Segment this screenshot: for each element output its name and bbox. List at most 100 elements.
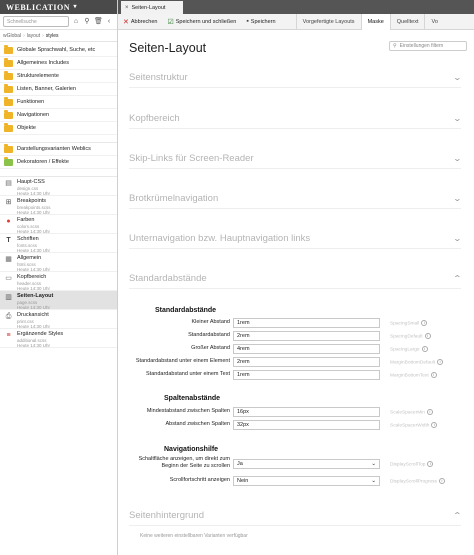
file-item-druckansicht[interactable]: ⎙ Druckansicht print.css Heute 14:30 Uhr (0, 310, 117, 329)
tab-vorgefertigte-layouts[interactable]: Vorgefertigte Layouts (295, 13, 361, 30)
css-file-icon: ▤ (5, 180, 12, 187)
save-button[interactable]: ▪ Speichern (246, 18, 275, 25)
folder-label: Darstellungsvarianten Weblics (17, 146, 91, 152)
chevron-down-icon: ⌄ (452, 154, 463, 163)
breadcrumb-item[interactable]: layout (27, 33, 40, 39)
file-item-seiten-layout[interactable]: ▥ Seiten-Layout page.scss Heute 14:30 Uhr (0, 291, 117, 310)
save-and-close-button[interactable]: ☑ Speichern und schließen (167, 18, 236, 26)
info-icon[interactable]: i (438, 478, 445, 484)
section-seitenstruktur[interactable]: Seitenstruktur ⌄ (129, 68, 462, 88)
info-icon[interactable]: i (426, 409, 433, 415)
variable-name: ScaleSpacerMin (390, 410, 425, 416)
field-row: Scrollfortschritt anzeigen Nein ⌄ Display… (118, 476, 474, 486)
breadcrumb-item[interactable]: wGlobal (3, 33, 21, 39)
info-icon[interactable]: i (421, 320, 428, 326)
tab-maske[interactable]: Maske (360, 13, 390, 30)
folder-icon (4, 156, 13, 166)
file-item-allgemein[interactable]: ▦ Allgemein html.scss Heute 14:30 Uhr (0, 253, 117, 272)
close-tab-icon[interactable]: × (125, 5, 129, 11)
breadcrumb-item[interactable]: styles (46, 33, 59, 39)
info-icon[interactable]: i (421, 346, 428, 352)
section-unternavigation[interactable]: Unternavigation bzw. Hauptnavigation lin… (129, 229, 462, 249)
spacing-default-input[interactable]: 2rem (233, 331, 380, 341)
scroll-progress-select[interactable]: Nein ⌄ (233, 476, 380, 486)
file-item-ergaenzende-styles[interactable]: ≡ Ergänzende Styles additional.scss Heute … (0, 329, 117, 348)
file-name: Ergänzende Styles (17, 331, 64, 337)
variable-name: SpacingDefault (390, 334, 423, 340)
folder-icon (4, 44, 13, 54)
tree-icon[interactable]: ⚲ (83, 17, 91, 26)
section-seitenhintergrund[interactable]: Seitenhintergrund ⌃ (129, 506, 462, 526)
file-item-kopfbereich[interactable]: ▭ Kopfbereich header.scss Heute 14:30 Uhr (0, 272, 117, 291)
collapse-left-icon[interactable]: ‹ (105, 17, 113, 26)
column-spacer-min-input[interactable]: 16px (233, 407, 380, 417)
spacing-large-input[interactable]: 4rem (233, 344, 380, 354)
folder-item[interactable]: Strukturelemente (0, 70, 117, 83)
document-tab-bar: × Seiten-Layout (118, 0, 474, 14)
info-icon[interactable]: i (427, 461, 434, 467)
file-name: Schriften (17, 236, 39, 242)
chevron-down-icon: ⌄ (371, 461, 376, 467)
spacing-small-input[interactable]: 1rem (233, 318, 380, 328)
variable-name: DisplayScrollProgress (390, 479, 437, 485)
brand-menu-caret-icon[interactable]: ▾ (73, 3, 77, 10)
folder-item[interactable]: Navigationen (0, 109, 117, 122)
field-label: Standardabstand unter einem Text (146, 371, 230, 377)
file-item-farben[interactable]: ● Farben colors.scss Heute 14:30 Uhr (0, 215, 117, 234)
section-brotkruemelnavigation[interactable]: Brotkrümelnavigation ⌄ (129, 189, 462, 209)
tab-quelltext[interactable]: Quelltext (389, 13, 425, 30)
tab-vorschau[interactable]: Vo (424, 13, 438, 30)
file-item-haupt-css[interactable]: ▤ Haupt-CSS design.css Heute 14:30 Uhr (0, 177, 117, 196)
folder-item[interactable]: Dekoratoren / Effekte (0, 156, 117, 169)
section-skip-links[interactable]: Skip-Links für Screen-Reader ⌄ (129, 149, 463, 169)
info-icon[interactable]: i (430, 372, 437, 378)
select-value: Nein (237, 478, 249, 484)
folder-item[interactable]: Darstellungsvarianten Weblics (0, 143, 117, 156)
folder-item[interactable]: Objekte (0, 122, 117, 135)
section-kopfbereich[interactable]: Kopfbereich ⌄ (129, 109, 463, 129)
brand-name: WEBLICATION (6, 3, 71, 12)
folder-label: Allgemeines Includes (17, 60, 69, 66)
settings-filter-input[interactable]: ⚲ Einstellungen filtern (389, 41, 467, 51)
save-label: Speichern (250, 18, 276, 25)
file-meta: design.css Heute 14:30 Uhr (17, 186, 50, 196)
trash-icon[interactable]: 🗑 (94, 17, 103, 26)
field-label: Standardabstand unter einem Element (135, 358, 230, 364)
section-title: Seitenhintergrund (129, 510, 204, 521)
field-row: Kleiner Abstand 1rem SpacingSmall i (118, 318, 474, 328)
chevron-down-icon: ⌄ (452, 114, 463, 123)
field-row: Standardabstand unter einem Text 1rem Ma… (118, 370, 474, 380)
tab-seiten-layout[interactable]: × Seiten-Layout (121, 1, 183, 14)
folder-item[interactable]: Funktionen (0, 96, 117, 109)
variable-name: MarginBottomDefault (390, 360, 436, 366)
scroll-top-select[interactable]: Ja ⌄ (233, 459, 380, 469)
breadcrumb-separator-icon: › (42, 32, 44, 39)
home-icon[interactable]: ⌂ (72, 17, 80, 26)
section-title: Standardabstände (129, 273, 207, 284)
file-name: Druckansicht (17, 312, 49, 318)
field-label: Kleiner Abstand (191, 319, 230, 325)
margin-bottom-default-input[interactable]: 2rem (233, 357, 380, 367)
brand-logo[interactable]: WEBLICATION ▾ (0, 0, 117, 14)
quick-search-input[interactable]: Schnellsuche (3, 16, 69, 27)
margin-bottom-text-input[interactable]: 1rem (233, 370, 380, 380)
info-icon[interactable]: i (424, 333, 431, 339)
file-item-schriften[interactable]: T Schriften fonts.scss Heute 14:30 Uhr (0, 234, 117, 253)
column-spacer-width-input[interactable]: 32px (233, 420, 380, 430)
floppy-disk-icon: ▪ (246, 18, 249, 25)
field-row: Großer Abstand 4rem SpacingLarge i (118, 344, 474, 354)
field-label: Abstand zwischen Spalten (165, 421, 230, 427)
cancel-button[interactable]: ✕ Abbrechen (123, 18, 157, 26)
folder-item[interactable]: Listen, Banner, Galerien (0, 83, 117, 96)
file-name: Seiten-Layout (17, 293, 54, 299)
header-layout-icon: ▭ (5, 275, 12, 282)
folder-item[interactable]: Allgemeines Includes (0, 57, 117, 70)
info-icon[interactable]: i (437, 359, 444, 365)
section-standardabstaende[interactable]: Standardabstände ⌃ (129, 269, 462, 289)
info-icon[interactable]: i (431, 422, 438, 428)
file-list: ▤ Haupt-CSS design.css Heute 14:30 Uhr ⊞ B… (0, 177, 117, 348)
variable-hint: SpacingSmall i (390, 320, 428, 326)
folder-item[interactable]: Globale Sprachwahl, Suche, etc (0, 44, 117, 57)
variable-hint: DisplayScrollProgress i (390, 478, 445, 484)
file-item-breakpoints[interactable]: ⊞ Breakpoints breakpoints.scss Heute 14:30… (0, 196, 117, 215)
